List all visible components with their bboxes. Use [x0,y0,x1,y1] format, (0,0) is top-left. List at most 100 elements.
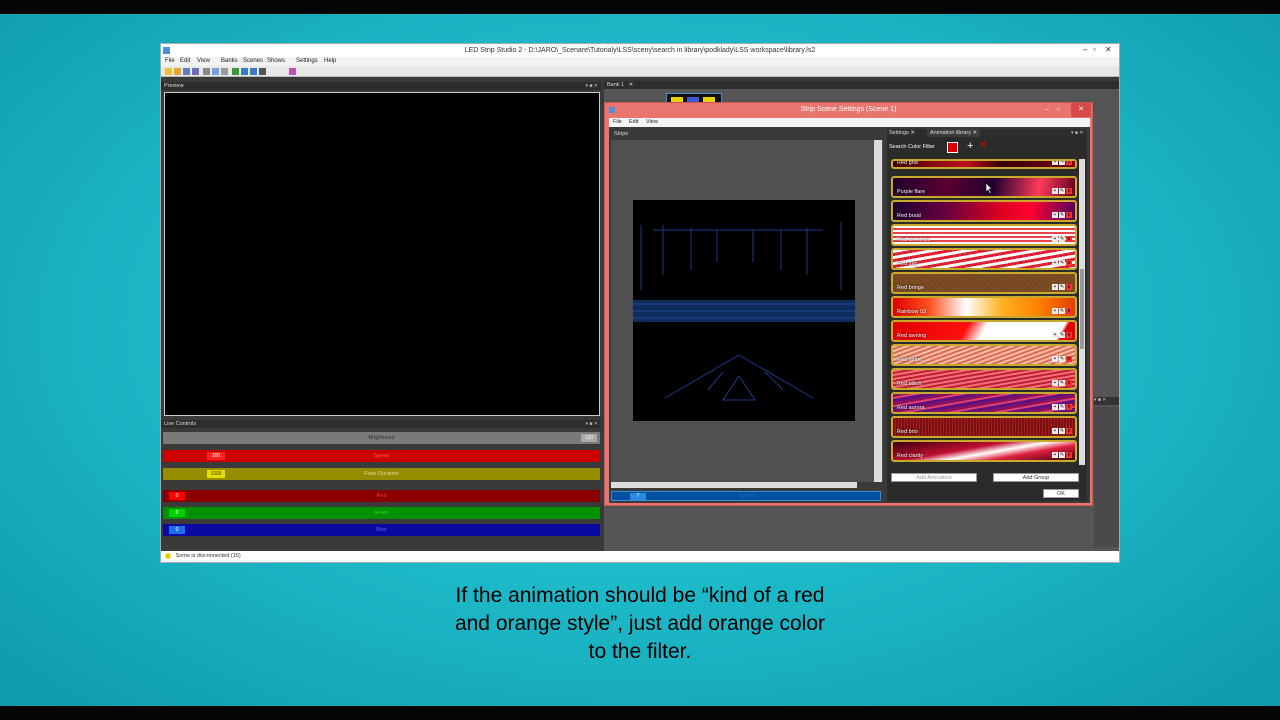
delete-icon[interactable]: x [1066,236,1072,242]
edit-icon[interactable]: ✎ [1059,260,1065,266]
add-group-button[interactable]: Add Group [993,473,1079,482]
dialog-menu-view[interactable]: View [646,119,658,125]
menu-scenes[interactable]: Scenes [243,58,263,64]
green-value[interactable]: 0 [169,509,185,517]
add-icon[interactable]: + [1052,428,1058,434]
redo-icon[interactable] [250,68,257,75]
red-value[interactable]: 0 [169,492,185,500]
library-scrollbar[interactable] [1079,159,1085,465]
animation-item[interactable]: Red stitch + ✎ x [891,368,1077,390]
bank-tab[interactable]: Bank 1 [607,82,624,88]
animation-item[interactable]: Red aurora + ✎ x [891,392,1077,414]
horizontal-scrollbar[interactable] [611,482,857,488]
animation-item[interactable]: Red brio + ✎ x [891,416,1077,438]
animation-item[interactable]: Red awning + ✎ x [891,320,1077,342]
animation-item[interactable]: Red stripe + ✎ x [891,344,1077,366]
edit-icon[interactable]: ✎ [1059,284,1065,290]
animation-item[interactable]: Rainbow 03 + ✎ x [891,296,1077,318]
close-tab-icon[interactable]: ✕ [629,82,634,88]
play-icon[interactable] [232,68,239,75]
tab-settings[interactable]: Settings ✕ [889,129,915,137]
animation-item[interactable]: Red clarity + ✎ x [891,440,1077,462]
speed-slider[interactable]: Speed 100 [163,450,600,462]
add-icon[interactable]: + [1052,452,1058,458]
edit-icon[interactable]: ✎ [1059,212,1065,218]
dialog-menu-edit[interactable]: Edit [629,119,638,125]
ok-button[interactable]: OK [1043,489,1079,498]
dialog-maximize-icon[interactable]: ▫ [1057,103,1059,117]
delete-icon[interactable]: x [1066,404,1072,410]
animation-item[interactable]: Red zag + ✎ x [891,248,1077,270]
add-icon[interactable]: + [1052,260,1058,266]
strip-layout-canvas[interactable] [633,200,855,421]
animation-item[interactable]: Red sin strips + ✎ x [891,224,1077,246]
add-animation-button[interactable]: Add Animation [891,473,977,482]
tab-animation-library[interactable]: Animation library ✕ [927,129,981,137]
dialog-close-icon[interactable]: ✕ [1071,103,1091,117]
settings-icon[interactable] [259,68,266,75]
add-filter-icon[interactable]: + [967,140,973,152]
new-icon[interactable] [165,68,172,75]
animation-item[interactable]: Red bringe + ✎ x [891,272,1077,294]
menu-settings[interactable]: Settings [296,58,318,64]
delete-icon[interactable]: x [1066,260,1072,266]
delete-icon[interactable]: x [1066,356,1072,362]
copy-icon[interactable] [212,68,219,75]
edit-icon[interactable]: ✎ [1059,161,1065,165]
menu-shows[interactable]: Shows [267,58,285,64]
minimize-icon[interactable]: – [1083,44,1087,56]
delete-icon[interactable]: x [1066,380,1072,386]
edit-icon[interactable]: ✎ [1059,356,1065,362]
save-icon[interactable] [183,68,190,75]
blue-value[interactable]: 0 [169,526,185,534]
speed-strip-slider[interactable]: 7 Speed [611,491,881,501]
undo-icon[interactable] [241,68,248,75]
delete-icon[interactable]: x [1066,161,1072,165]
menu-help[interactable]: Help [324,58,336,64]
panel-pin-icon[interactable]: ▾ ■ ✕ [586,82,599,90]
fade-duration-value[interactable]: 1000 [207,470,225,478]
add-icon[interactable]: + [1052,380,1058,386]
menu-view[interactable]: View [197,58,210,64]
filter-color-swatch[interactable] [947,142,958,153]
maximize-icon[interactable]: ▫ [1093,44,1096,56]
animation-item[interactable]: Red grid + ✎ x [891,159,1077,169]
save-as-icon[interactable] [192,68,199,75]
dialog-menu-file[interactable]: File [613,119,622,125]
speed-value[interactable]: 100 [207,452,225,460]
panel-pin-icon[interactable]: ▾ ■ ✕ [586,420,599,428]
panel-controls[interactable]: ▾ ■ ✕ [1094,397,1119,405]
panel-pin-icon[interactable]: ▾ ■ ✕ [1071,129,1084,137]
add-icon[interactable]: + [1052,308,1058,314]
add-icon[interactable]: + [1052,236,1058,242]
library-scrollbar-thumb[interactable] [1080,269,1084,349]
green-slider[interactable]: Green 0 [163,507,600,519]
delete-icon[interactable]: x [1066,332,1072,338]
edit-icon[interactable]: ✎ [1059,236,1065,242]
add-icon[interactable]: + [1052,332,1058,338]
vertical-scrollbar[interactable] [874,140,882,482]
animation-item[interactable]: Red braid + ✎ x [891,200,1077,222]
add-icon[interactable]: + [1052,212,1058,218]
animation-item[interactable]: Purple flare + ✎ x [891,176,1077,198]
add-icon[interactable]: + [1052,404,1058,410]
close-icon[interactable]: ✕ [1105,44,1112,56]
add-icon[interactable]: + [1052,356,1058,362]
edit-icon[interactable]: ✎ [1059,452,1065,458]
color-icon[interactable] [289,68,296,75]
edit-icon[interactable]: ✎ [1059,404,1065,410]
dialog-minimize-icon[interactable]: – [1045,103,1049,117]
delete-icon[interactable]: x [1066,212,1072,218]
fade-duration-slider[interactable]: Fade Duration 1000 [163,468,600,480]
edit-icon[interactable]: ✎ [1059,308,1065,314]
delete-icon[interactable]: x [1066,452,1072,458]
edit-icon[interactable]: ✎ [1059,380,1065,386]
brightness-value[interactable]: 100 [581,434,597,442]
edit-icon[interactable]: ✎ [1059,188,1065,194]
blue-slider[interactable]: Blue 0 [163,524,600,536]
remove-filter-icon[interactable]: ✕ [979,140,987,152]
delete-icon[interactable]: x [1066,308,1072,314]
add-icon[interactable]: + [1052,284,1058,290]
delete-icon[interactable]: x [1066,188,1072,194]
edit-icon[interactable]: ✎ [1059,332,1065,338]
